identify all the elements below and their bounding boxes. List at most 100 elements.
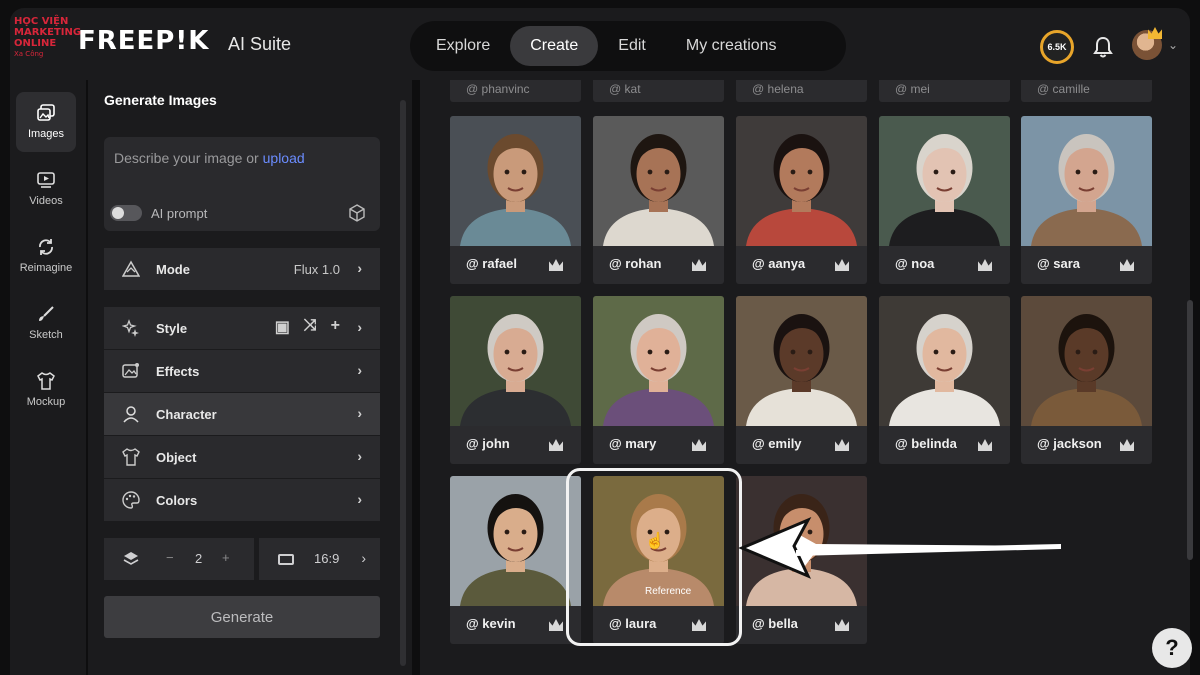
- panel-scrollbar[interactable]: [400, 100, 406, 666]
- gallery-card-partial[interactable]: @ mei: [879, 80, 1010, 102]
- character-card[interactable]: @ belinda: [879, 296, 1010, 464]
- ai-prompt-label: AI prompt: [151, 206, 208, 221]
- chevron-right-icon: ›: [357, 319, 362, 335]
- premium-crown-icon: [978, 259, 992, 271]
- prompt-placeholder-text: Describe your image or: [114, 150, 259, 166]
- character-label: Character: [156, 407, 217, 422]
- character-portrait: [736, 116, 867, 246]
- credits-badge[interactable]: 6.5K: [1040, 30, 1074, 64]
- object-row[interactable]: Object ›: [104, 436, 380, 478]
- gallery-card-partial[interactable]: @ phanvinc: [450, 80, 581, 102]
- mockup-icon: [37, 372, 55, 390]
- ai-prompt-toggle[interactable]: [110, 205, 142, 221]
- premium-crown-icon: [549, 259, 563, 271]
- nav-tab-explore[interactable]: Explore: [416, 26, 510, 66]
- chevron-right-icon: ›: [357, 448, 362, 464]
- panel-title: Generate Images: [104, 92, 217, 108]
- character-card[interactable]: @ mary: [593, 296, 724, 464]
- help-button[interactable]: ?: [1152, 628, 1192, 668]
- effects-row[interactable]: Effects ›: [104, 350, 380, 392]
- character-handle: @ kevin: [466, 616, 516, 631]
- character-card[interactable]: @ noa: [879, 116, 1010, 284]
- colors-label: Colors: [156, 493, 198, 508]
- character-card[interactable]: @ jackson: [1021, 296, 1152, 464]
- character-portrait: [593, 296, 724, 426]
- aspect-ratio-select[interactable]: 16:9 ›: [259, 538, 380, 580]
- chevron-right-icon: ›: [357, 405, 362, 421]
- rail-item-videos[interactable]: Videos: [16, 159, 76, 219]
- videos-icon: [37, 172, 55, 188]
- rail-item-mockup[interactable]: Mockup: [16, 360, 76, 420]
- character-card[interactable]: @ sara: [1021, 116, 1152, 284]
- character-portrait: [450, 296, 581, 426]
- rail-item-reimagine[interactable]: Reimagine: [16, 226, 76, 286]
- tool-rail: Images Videos Reimagine Sketch Mockup: [10, 80, 86, 675]
- style-row[interactable]: Style ▣ ⤨ + ›: [104, 307, 380, 349]
- gallery-card-partial[interactable]: @ camille: [1021, 80, 1152, 102]
- colors-row[interactable]: Colors ›: [104, 479, 380, 521]
- premium-crown-icon: [978, 439, 992, 451]
- character-handle: @ jackson: [1037, 436, 1102, 451]
- chevron-down-icon[interactable]: ⌄: [1168, 38, 1178, 52]
- character-row[interactable]: Character ›: [104, 393, 380, 435]
- premium-crown-icon: [549, 439, 563, 451]
- chevron-right-icon: ›: [357, 260, 362, 276]
- gallery-scrollbar[interactable]: [1187, 300, 1193, 560]
- style-gallery-icon[interactable]: ▣: [275, 317, 290, 337]
- image-count-value: 2: [195, 551, 203, 566]
- cube-icon[interactable]: [348, 204, 366, 222]
- generate-button[interactable]: Generate: [104, 596, 380, 638]
- rail-item-sketch[interactable]: Sketch: [16, 293, 76, 353]
- prompt-input[interactable]: Describe your image or upload AI prompt: [104, 137, 380, 231]
- character-handle: @ rafael: [466, 256, 517, 271]
- image-count-stepper: − 2 +: [104, 538, 254, 580]
- layers-icon: [123, 552, 139, 565]
- character-card[interactable]: @ aanya: [736, 116, 867, 284]
- premium-crown-icon: [692, 439, 706, 451]
- images-icon: [37, 104, 55, 121]
- nav-tab-my-creations[interactable]: My creations: [666, 26, 797, 66]
- highlight-frame: [566, 468, 742, 646]
- upload-link[interactable]: upload: [263, 150, 305, 166]
- character-handle: @ rohan: [609, 256, 662, 271]
- character-card[interactable]: @ rohan: [593, 116, 724, 284]
- character-card[interactable]: @ kevin: [450, 476, 581, 644]
- mode-label: Mode: [156, 262, 190, 277]
- character-handle: @ aanya: [752, 256, 806, 271]
- aspect-ratio-value: 16:9: [314, 551, 340, 566]
- effects-icon: [122, 363, 139, 378]
- character-handle: @ noa: [895, 256, 935, 271]
- rail-item-images[interactable]: Images: [16, 92, 76, 152]
- character-card[interactable]: @ emily: [736, 296, 867, 464]
- premium-crown-icon: [1120, 439, 1134, 451]
- rail-label-sketch: Sketch: [29, 329, 63, 341]
- nav-tab-edit[interactable]: Edit: [598, 26, 666, 66]
- bell-icon[interactable]: [1093, 36, 1113, 58]
- character-handle: @ bella: [752, 616, 798, 631]
- annotation-arrow-icon: [738, 516, 1061, 579]
- style-label: Style: [156, 321, 188, 336]
- card-handle: @ kat: [609, 82, 641, 96]
- character-icon: [123, 406, 139, 423]
- gallery-card-partial[interactable]: @ helena: [736, 80, 867, 102]
- mode-row[interactable]: Mode Flux 1.0 ›: [104, 248, 380, 290]
- chevron-right-icon: ›: [357, 491, 362, 507]
- prompt-placeholder: Describe your image or upload: [114, 150, 305, 166]
- add-icon[interactable]: +: [331, 317, 340, 337]
- nav-tab-create[interactable]: Create: [510, 26, 599, 66]
- gallery-card-partial[interactable]: @ kat: [593, 80, 724, 102]
- increment-button[interactable]: +: [222, 550, 230, 565]
- character-portrait: [450, 476, 581, 606]
- shuffle-icon[interactable]: ⤨: [304, 317, 317, 337]
- character-portrait: [593, 116, 724, 246]
- premium-crown-icon: [835, 259, 849, 271]
- decrement-button[interactable]: −: [166, 550, 174, 565]
- character-card[interactable]: @ john: [450, 296, 581, 464]
- top-bar: HỌC VIỆN MARKETING ONLINE Xa Công FREEP!…: [10, 8, 1190, 80]
- character-card[interactable]: @ rafael: [450, 116, 581, 284]
- sketch-icon: [39, 306, 54, 321]
- aspect-ratio-icon: [278, 554, 294, 565]
- premium-crown-icon: [835, 439, 849, 451]
- freepik-logo[interactable]: FREEP!K: [78, 26, 209, 56]
- character-handle: @ belinda: [895, 436, 957, 451]
